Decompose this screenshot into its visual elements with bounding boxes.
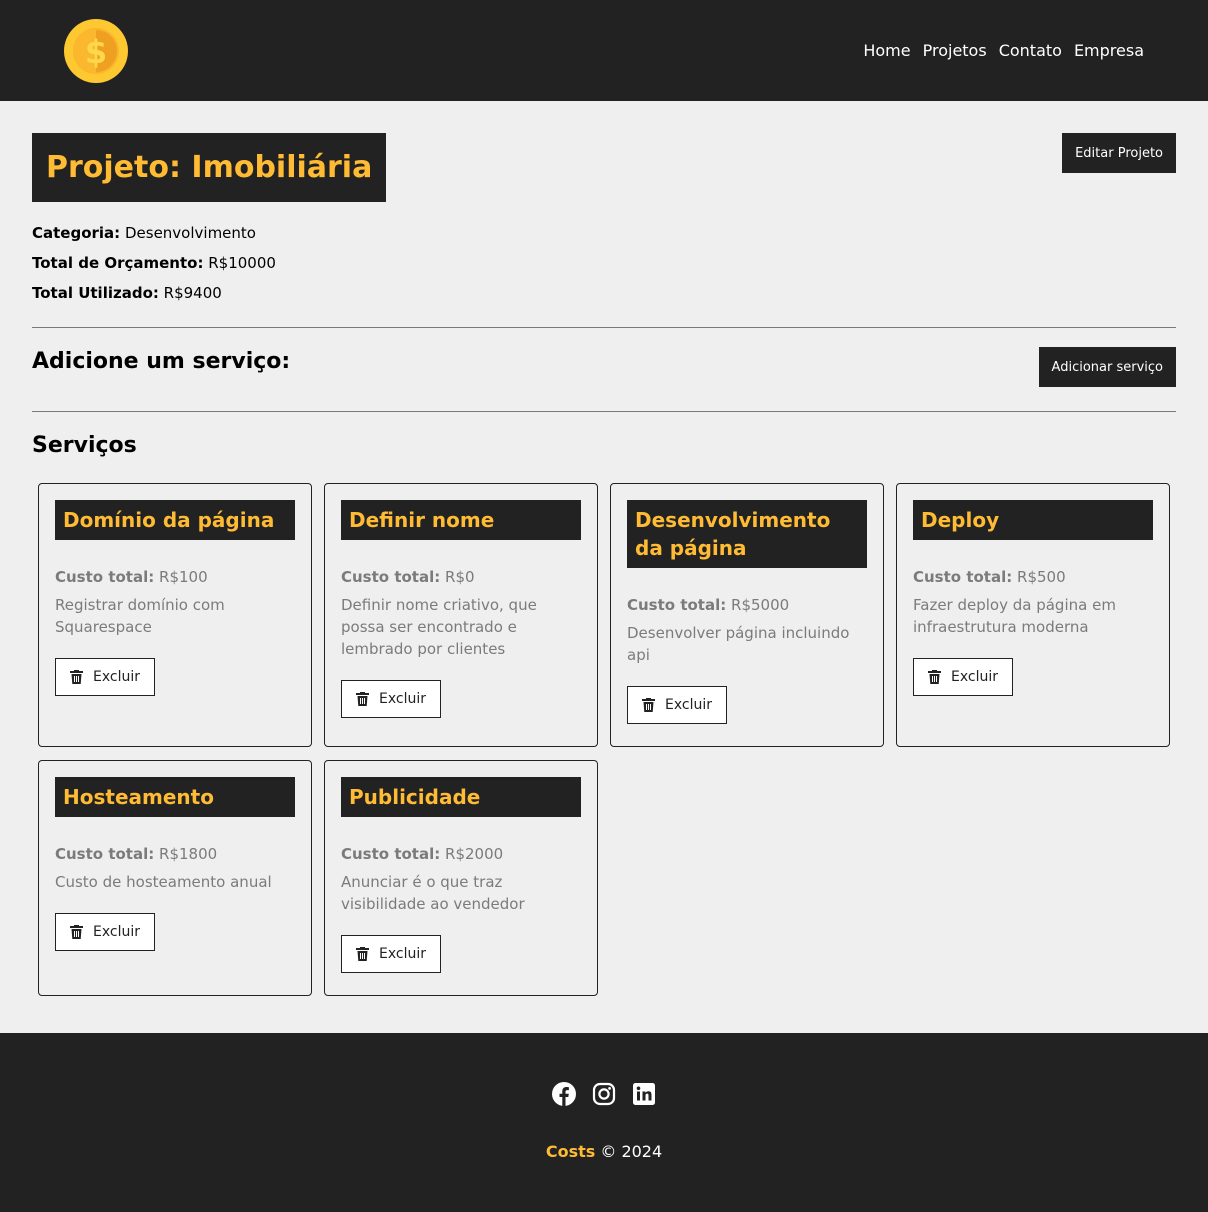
project-title: Projeto: Imobiliária: [46, 150, 373, 185]
used-row: Total Utilizado: R$9400: [32, 278, 276, 308]
cost-label: Custo total:: [55, 845, 155, 863]
service-name: Domínio da página: [63, 508, 275, 532]
trash-icon: [356, 947, 369, 961]
copyright-text: © 2024: [595, 1142, 663, 1161]
cost-label: Custo total:: [341, 845, 441, 863]
service-card: Deploy Custo total: R$500 Fazer deploy d…: [896, 483, 1170, 747]
cost-value: R$5000: [731, 596, 790, 614]
service-name: Definir nome: [349, 508, 495, 532]
delete-label: Excluir: [93, 669, 140, 685]
service-cost: Custo total: R$500: [913, 568, 1153, 586]
delete-label: Excluir: [951, 669, 998, 685]
footer-brand: Costs: [545, 1142, 596, 1161]
cost-label: Custo total:: [55, 568, 155, 586]
social-links: [552, 1082, 656, 1106]
service-description: Desenvolver página incluindo api: [627, 624, 850, 664]
trash-icon: [70, 670, 83, 684]
trash-icon: [356, 692, 369, 706]
delete-label: Excluir: [379, 946, 426, 962]
nav-link-contato[interactable]: Contato: [999, 41, 1062, 60]
delete-service-button[interactable]: Excluir: [341, 680, 441, 718]
cost-value: R$2000: [445, 845, 504, 863]
delete-label: Excluir: [665, 697, 712, 713]
divider: [32, 411, 1176, 412]
service-card: Domínio da página Custo total: R$100 Reg…: [38, 483, 312, 747]
service-cost: Custo total: R$100: [55, 568, 295, 586]
delete-service-button[interactable]: Excluir: [341, 935, 441, 973]
copyright: Costs © 2024: [0, 1142, 1208, 1161]
cost-value: R$500: [1017, 568, 1066, 586]
divider: [32, 327, 1176, 328]
service-card-header: Deploy: [913, 500, 1153, 540]
cost-value: R$100: [159, 568, 208, 586]
budget-value: R$10000: [208, 254, 276, 272]
delete-service-button[interactable]: Excluir: [55, 658, 155, 696]
instagram-icon[interactable]: [592, 1082, 616, 1106]
delete-label: Excluir: [93, 924, 140, 940]
nav-link-empresa[interactable]: Empresa: [1074, 41, 1144, 60]
cost-label: Custo total:: [627, 596, 727, 614]
cost-value: R$1800: [159, 845, 218, 863]
budget-label: Total de Orçamento:: [32, 254, 204, 272]
service-card-header: Hosteamento: [55, 777, 295, 817]
service-cost: Custo total: R$1800: [55, 845, 295, 863]
delete-label: Excluir: [379, 691, 426, 707]
nav-link-home[interactable]: Home: [863, 41, 910, 60]
project-info: Categoria: Desenvolvimento Total de Orça…: [32, 218, 276, 308]
budget-row: Total de Orçamento: R$10000: [32, 248, 276, 278]
edit-project-button[interactable]: Editar Projeto: [1062, 133, 1176, 173]
cost-value: R$0: [445, 568, 475, 586]
service-card: Publicidade Custo total: R$2000 Anunciar…: [324, 760, 598, 996]
nav-links: Home Projetos Contato Empresa: [863, 41, 1144, 60]
service-name: Publicidade: [349, 785, 481, 809]
linkedin-icon[interactable]: [632, 1082, 656, 1106]
service-name: Deploy: [921, 508, 1000, 532]
svg-text:$: $: [85, 33, 107, 71]
nav-link-projetos[interactable]: Projetos: [923, 41, 987, 60]
service-card-header: Domínio da página: [55, 500, 295, 540]
add-service-button[interactable]: Adicionar serviço: [1038, 347, 1176, 387]
service-description: Anunciar é o que traz visibilidade ao ve…: [341, 873, 525, 913]
service-description: Custo de hosteamento anual: [55, 873, 272, 891]
facebook-icon[interactable]: [552, 1082, 576, 1106]
service-card-header: Desenvolvimento da página: [627, 500, 867, 568]
trash-icon: [70, 925, 83, 939]
delete-service-button[interactable]: Excluir: [627, 686, 727, 724]
delete-service-button[interactable]: Excluir: [55, 913, 155, 951]
category-row: Categoria: Desenvolvimento: [32, 218, 276, 248]
delete-service-button[interactable]: Excluir: [913, 658, 1013, 696]
coin-logo-icon[interactable]: $: [64, 18, 128, 83]
service-cost: Custo total: R$5000: [627, 596, 867, 614]
trash-icon: [642, 698, 655, 712]
service-card-header: Publicidade: [341, 777, 581, 817]
service-description: Fazer deploy da página em infraestrutura…: [913, 596, 1116, 636]
service-description: Registrar domínio com Squarespace: [55, 596, 225, 636]
cost-label: Custo total:: [913, 568, 1013, 586]
cost-label: Custo total:: [341, 568, 441, 586]
service-description: Definir nome criativo, que possa ser enc…: [341, 596, 537, 658]
project-title-box: Projeto: Imobiliária: [32, 133, 387, 202]
trash-icon: [928, 670, 941, 684]
service-card: Definir nome Custo total: R$0 Definir no…: [324, 483, 598, 747]
category-label: Categoria:: [32, 224, 121, 242]
used-label: Total Utilizado:: [32, 284, 159, 302]
service-card: Hosteamento Custo total: R$1800 Custo de…: [38, 760, 312, 996]
service-name: Hosteamento: [63, 785, 214, 809]
services-title: Serviços: [32, 433, 137, 458]
service-cost: Custo total: R$0: [341, 568, 581, 586]
add-service-title: Adicione um serviço:: [32, 349, 291, 374]
category-value: Desenvolvimento: [124, 224, 256, 242]
footer: Costs © 2024: [0, 1033, 1208, 1212]
used-value: R$9400: [163, 284, 222, 302]
navbar: $ Home Projetos Contato Empresa: [0, 0, 1208, 101]
service-card-header: Definir nome: [341, 500, 581, 540]
service-card: Desenvolvimento da página Custo total: R…: [610, 483, 884, 747]
service-name: Desenvolvimento da página: [635, 508, 831, 560]
service-cost: Custo total: R$2000: [341, 845, 581, 863]
project-details: Projeto: Imobiliária Editar Projeto Cate…: [0, 101, 1208, 1033]
